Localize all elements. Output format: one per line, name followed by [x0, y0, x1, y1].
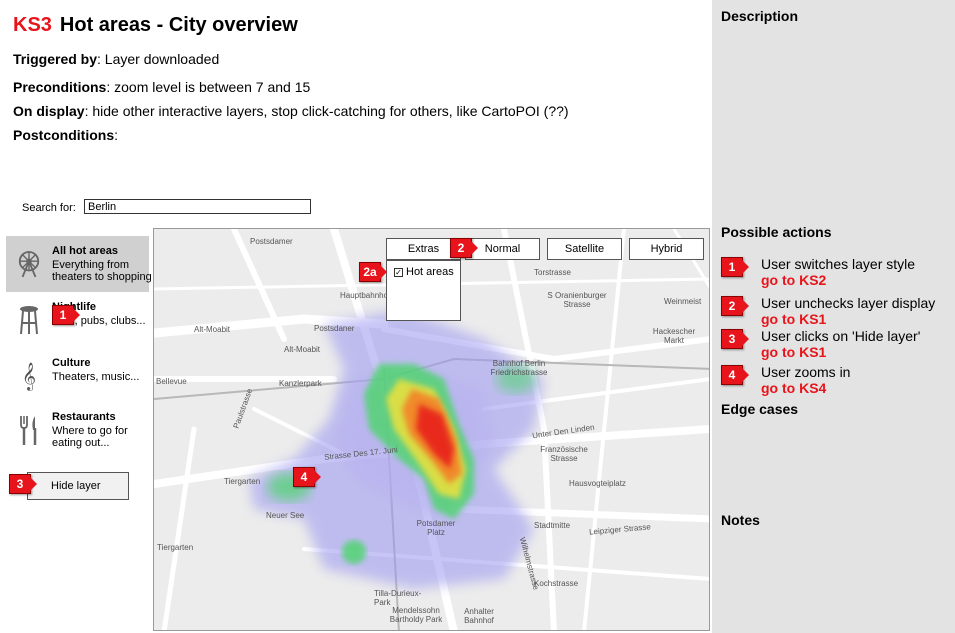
action-text: User unchecks layer display [761, 295, 936, 311]
search-input[interactable] [84, 199, 311, 214]
map-label: Stadtmitte [534, 521, 571, 530]
category-desc: Everything from theaters to shopping [52, 259, 152, 283]
on-display: On display: hide other interactive layer… [13, 103, 569, 119]
description-heading: Description [721, 8, 799, 24]
notes-heading: Notes [721, 512, 760, 528]
map-label: Französische Strasse [540, 445, 588, 463]
annotation-marker-3: 3 [9, 474, 37, 494]
map-label: Postsdaner [314, 324, 355, 333]
action-number: 2 [721, 296, 749, 316]
map-label: Alt-Moabit [194, 325, 231, 334]
action-text: User switches layer style [761, 256, 916, 272]
action-number: 1 [721, 257, 749, 277]
category-name: Restaurants [52, 411, 116, 423]
search-label: Search for: [22, 202, 76, 214]
map-label: Postsdamer [250, 237, 293, 246]
category-name: Culture [52, 357, 91, 369]
map-label: Mendelssohn Bartholdy Park [389, 606, 443, 624]
map-label: Hausvogteiplatz [569, 479, 626, 488]
map-label: Bahnhof Berlin Friedrichstrasse [490, 359, 548, 377]
action-text: User clicks on 'Hide layer' [761, 328, 921, 344]
action-link[interactable]: go to KS1 [761, 344, 826, 360]
category-name: All hot areas [52, 245, 119, 257]
extras-menu: ✓ Hot areas [386, 260, 461, 321]
preconditions: Preconditions: zoom level is between 7 a… [13, 79, 311, 95]
annotation-marker-4: 4 [293, 467, 321, 487]
hot-areas-label: Hot areas [406, 266, 454, 278]
map-label: Weinmeist [664, 297, 702, 306]
action-text: User zooms in [761, 364, 851, 380]
annotation-marker-2: 2 [450, 238, 478, 258]
map-label: Hackescher Markt [652, 327, 696, 345]
annotation-marker-2a: 2a [359, 262, 387, 282]
category-culture[interactable]: 𝄞 Culture Theaters, music... [6, 348, 149, 404]
postconditions: Postconditions: [13, 127, 119, 143]
map-label: Hauptbahnhof [340, 291, 391, 300]
map-label: Potsdamer Platz [416, 519, 456, 537]
map-label: Kanzlerpark [279, 379, 322, 388]
map-label: Neuer See [266, 511, 305, 520]
fork-knife-icon [17, 412, 41, 448]
action-link[interactable]: go to KS1 [761, 311, 826, 327]
action-number: 4 [721, 365, 749, 385]
map-label: Tiergarten [157, 543, 194, 552]
map-view[interactable]: Postsdamer Postsdaner Alt-Moabit Alt-Moa… [153, 228, 710, 631]
hot-areas-checkbox[interactable]: ✓ [394, 267, 403, 277]
screen-title: Hot areas - City overview [59, 14, 298, 36]
category-restaurants[interactable]: Restaurants Where to go for eating out..… [6, 402, 149, 458]
category-desc: Where to go for eating out... [52, 425, 128, 449]
category-desc: Theaters, music... [52, 371, 140, 383]
action-link[interactable]: go to KS2 [761, 272, 826, 288]
map-label: Alt-Moabit [284, 345, 321, 354]
hybrid-button[interactable]: Hybrid [629, 238, 704, 260]
satellite-button[interactable]: Satellite [547, 238, 622, 260]
map-label: Kochstrasse [534, 579, 579, 588]
possible-actions-heading: Possible actions [721, 224, 832, 240]
category-all-hot-areas[interactable]: All hot areas Everything from theaters t… [6, 236, 152, 292]
map-label: Bellevue [156, 377, 187, 386]
map-label: Tiergarten [224, 477, 261, 486]
edge-cases-heading: Edge cases [721, 401, 799, 417]
ferris-wheel-icon [17, 246, 41, 282]
description-panel: Description Possible actions 1 User swit… [712, 0, 955, 633]
treble-clef-icon: 𝄞 [21, 362, 37, 390]
annotation-marker-1: 1 [52, 305, 80, 325]
action-number: 3 [721, 329, 749, 349]
map-label: Tilla-Durieux-Park [374, 589, 422, 607]
screen-code: KS3 [13, 14, 52, 36]
page-title: KS3 Hot areas - City overview [13, 14, 298, 37]
action-link[interactable]: go to KS4 [761, 380, 826, 396]
wireframe-page: KS3 Hot areas - City overview Triggered b… [0, 0, 955, 633]
hide-layer-button[interactable]: Hide layer [27, 472, 129, 500]
hot-areas-option[interactable]: ✓ Hot areas [394, 266, 454, 278]
map-label: S Oranienburger Strasse [547, 291, 607, 309]
map-label: Anhalter Bahnhof [464, 607, 494, 625]
bar-stool-icon [17, 302, 41, 338]
map-label: Torstrasse [534, 268, 571, 277]
triggered-by: Triggered by: Layer downloaded [13, 51, 220, 67]
